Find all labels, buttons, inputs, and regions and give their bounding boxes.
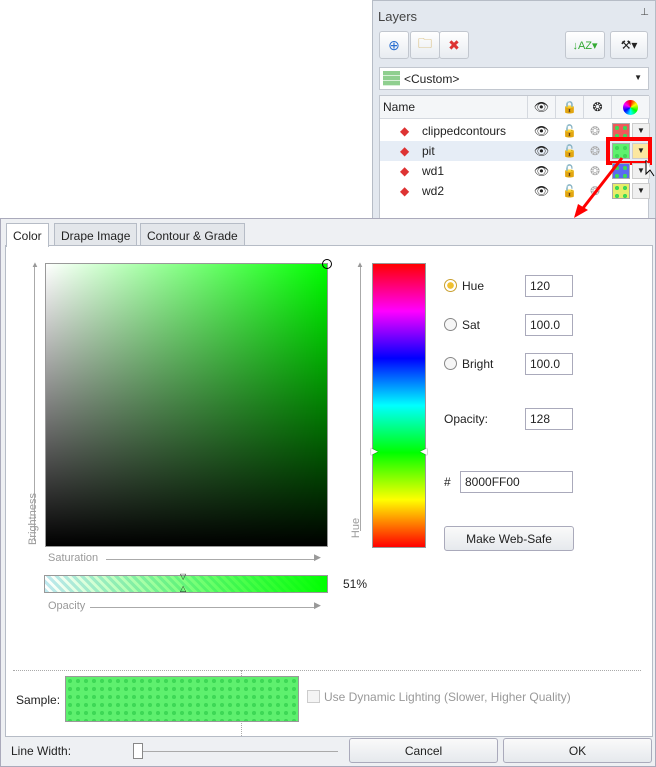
brightness-label: Brightness	[27, 493, 39, 545]
opacity-arrow	[90, 607, 316, 608]
layer-icon: ◆	[400, 124, 410, 138]
eye-icon[interactable]: 👁	[534, 124, 549, 138]
opacity-handle-bottom[interactable]: △	[180, 584, 186, 593]
sort-button[interactable]: ↓AZ▾	[565, 31, 605, 59]
add-folder-button[interactable]: 🗀	[410, 31, 440, 59]
bright-input[interactable]: 100.0	[525, 353, 573, 375]
arrow-up-icon: ▲	[356, 260, 364, 269]
layer-icon: ◆	[400, 184, 410, 198]
saturation-arrow	[106, 559, 316, 560]
line-width-label: Line Width:	[11, 744, 72, 758]
layers-title: Layers	[378, 9, 418, 24]
pin-icon[interactable]: ⊥	[640, 7, 649, 18]
sat-radio[interactable]	[444, 318, 457, 331]
color-dialog: Color Drape Image Contour & Grade ▲ Brig…	[0, 218, 656, 767]
tab-color[interactable]: Color	[6, 223, 49, 247]
arrow-right-icon: ▶	[314, 600, 321, 610]
arrow-up-icon: ▲	[31, 260, 39, 269]
layer-icon: ◆	[400, 144, 410, 158]
sample-label: Sample:	[16, 693, 61, 707]
opacity-percent: 51%	[343, 577, 368, 591]
opacity-input[interactable]: 128	[525, 408, 573, 430]
sat-label: Sat	[462, 318, 481, 332]
hue-arrow	[360, 266, 361, 531]
arrow-right-icon: ▶	[314, 552, 321, 562]
hash-label: #	[444, 475, 451, 489]
delete-layer-button[interactable]: ✖	[439, 31, 469, 59]
ok-button[interactable]: OK	[503, 738, 652, 763]
eye-icon[interactable]: 👁	[534, 164, 549, 178]
color-tab-panel: ▲ Brightness Saturation ▶ ▶ ◀ ▲ Hue Hue …	[5, 245, 653, 737]
wireframe-icon[interactable]: ❂	[584, 96, 612, 119]
opacity-slider[interactable]: ▽ △	[44, 572, 328, 593]
sample-swatch	[65, 676, 299, 722]
bright-radio[interactable]	[444, 357, 457, 370]
color-cursor[interactable]	[322, 259, 332, 269]
pointer-arrow	[574, 157, 655, 218]
lock-icon[interactable]: 🔒	[556, 96, 584, 119]
bright-label: Bright	[462, 357, 494, 371]
layer-name: pit	[422, 144, 435, 158]
wireframe-icon[interactable]: ❂	[590, 124, 600, 138]
make-web-safe-button[interactable]: Make Web-Safe	[444, 526, 574, 551]
dynamic-lighting-checkbox[interactable]	[307, 690, 320, 703]
column-name[interactable]: Name	[380, 96, 528, 119]
hex-input[interactable]: 8000FF00	[460, 471, 573, 493]
hue-input[interactable]: 120	[525, 275, 573, 297]
dynamic-lighting-label: Use Dynamic Lighting (Slower, Higher Qua…	[324, 690, 571, 704]
color-wheel-icon[interactable]	[612, 96, 650, 119]
layer-name: clippedcontours	[422, 124, 507, 138]
preset-value: <Custom>	[404, 72, 460, 86]
sat-input[interactable]: 100.0	[525, 314, 573, 336]
layer-name: wd1	[422, 164, 445, 178]
hue-radio[interactable]	[444, 279, 457, 292]
layer-name: wd2	[422, 184, 445, 198]
hue-slider[interactable]: ▶ ◀	[371, 263, 427, 548]
eye-icon[interactable]: 👁	[528, 96, 556, 119]
preset-dropdown[interactable]: <Custom> ▼	[379, 67, 649, 90]
eye-icon[interactable]: 👁	[534, 144, 549, 158]
hue-axis-label: Hue	[350, 517, 363, 539]
tab-drape-image[interactable]: Drape Image	[54, 223, 138, 246]
hue-handle-right[interactable]: ◀	[420, 446, 427, 457]
hue-handle-left[interactable]: ▶	[371, 446, 378, 457]
chevron-down-icon: ▼	[634, 73, 642, 82]
opacity-handle-top[interactable]: ▽	[180, 572, 186, 581]
layer-icon: ◆	[400, 164, 410, 178]
add-layer-button[interactable]: ⊕	[379, 31, 409, 59]
tools-button[interactable]: ⚒▾	[610, 31, 648, 59]
divider	[13, 670, 641, 671]
saturation-label: Saturation	[48, 552, 99, 564]
hue-label: Hue	[462, 279, 485, 293]
line-width-slider[interactable]	[136, 751, 338, 752]
opacity-label: Opacity:	[444, 412, 489, 426]
unlock-icon[interactable]: 🔓	[562, 124, 577, 138]
tab-contour-grade[interactable]: Contour & Grade	[140, 223, 245, 246]
eye-icon[interactable]: 👁	[534, 184, 549, 198]
cancel-button[interactable]: Cancel	[349, 738, 498, 763]
saturation-brightness-square[interactable]	[45, 259, 332, 547]
line-width-handle[interactable]	[133, 743, 143, 759]
opacity-axis-label: Opacity	[48, 600, 86, 612]
table-icon	[383, 71, 400, 86]
